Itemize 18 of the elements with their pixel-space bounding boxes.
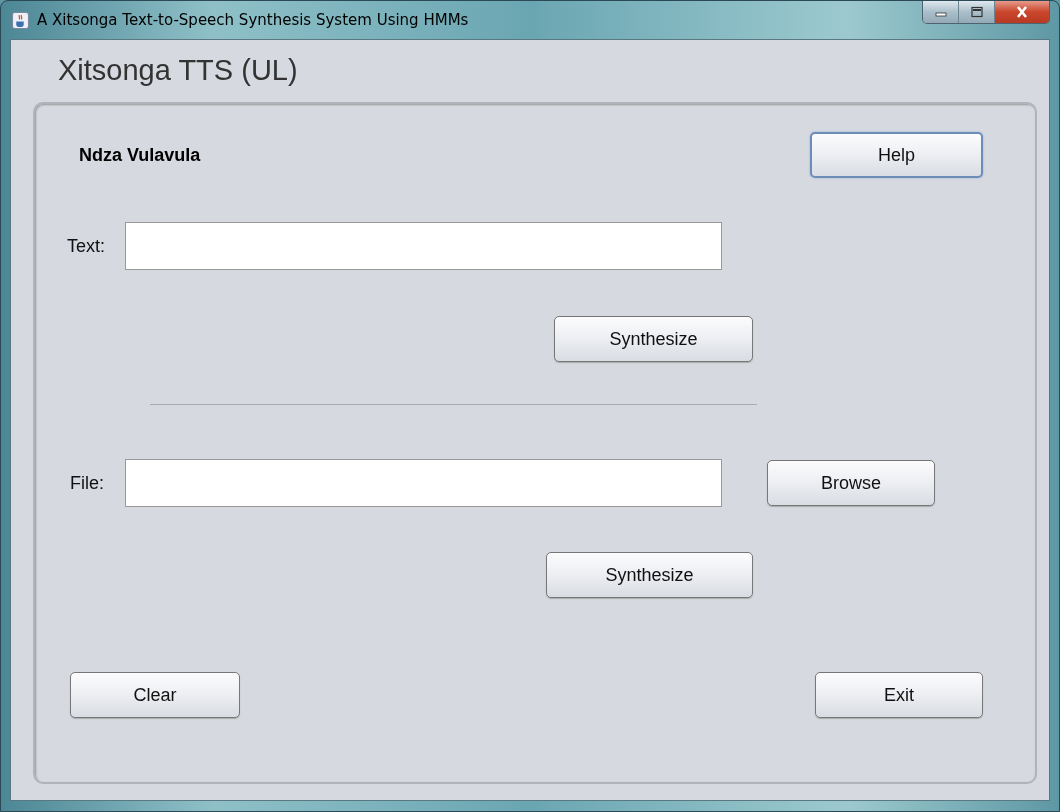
- text-input-field[interactable]: [125, 222, 722, 270]
- browse-button[interactable]: Browse: [767, 460, 935, 506]
- close-icon: [1014, 6, 1030, 18]
- maximize-button[interactable]: [959, 1, 995, 23]
- coffee-cup-icon: [12, 11, 29, 29]
- synthesize-button[interactable]: Synthesize: [554, 316, 753, 362]
- synthesize-button[interactable]: Synthesize: [546, 552, 753, 598]
- exit-button[interactable]: Exit: [815, 672, 983, 718]
- subtitle: Ndza Vulavula: [79, 144, 201, 166]
- help-button[interactable]: Help: [810, 132, 983, 178]
- file-label: File:: [69, 472, 105, 494]
- clear-button[interactable]: Clear: [70, 672, 240, 718]
- text-label: Text:: [66, 235, 106, 257]
- file-input-field[interactable]: [125, 459, 722, 507]
- maximize-icon: [969, 6, 984, 18]
- app-heading: Xitsonga TTS (UL): [58, 53, 299, 88]
- window-title: A Xitsonga Text-to-Speech Synthesis System Using HMMs: [37, 11, 469, 29]
- close-button[interactable]: [995, 1, 1049, 23]
